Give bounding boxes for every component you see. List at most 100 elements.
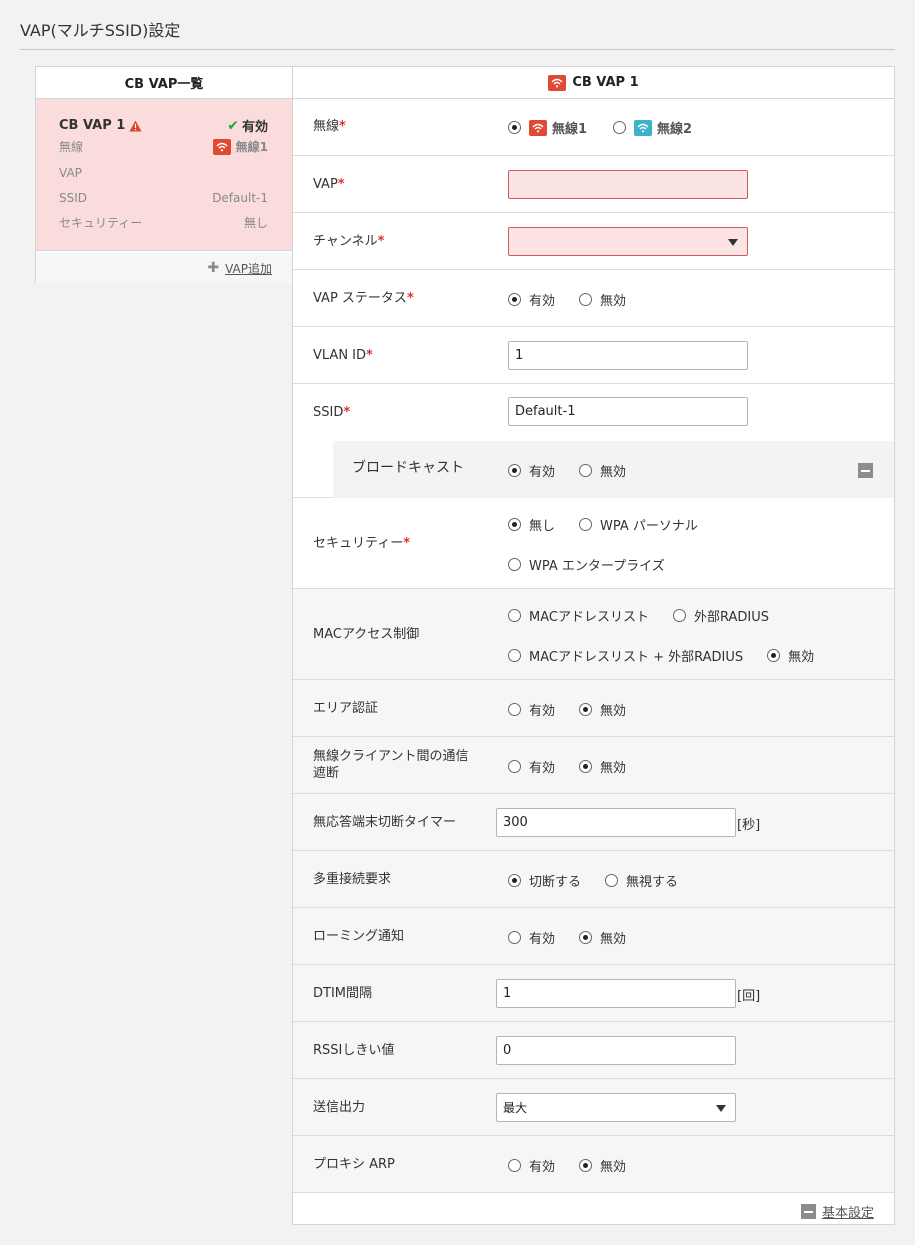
wireless-row: 無線* 無線1 無線2 [293, 99, 894, 156]
timer-label: 無応答端末切断タイマー [313, 815, 457, 830]
vap-status-enable-radio[interactable]: 有効 [508, 290, 555, 309]
timer-input[interactable]: 300 [496, 808, 736, 837]
mac-list-radius-radio[interactable]: MACアドレスリスト + 外部RADIUS [508, 646, 743, 665]
vap-detail-header: CB VAP 1 [293, 67, 894, 99]
proxy-arp-enable-radio[interactable]: 有効 [508, 1156, 555, 1175]
vap-label: VAP* [313, 177, 345, 192]
add-vap-row: ✚ VAP追加 [36, 253, 292, 283]
multi-conn-label: 多重接続要求 [313, 872, 392, 887]
vap-card-vap-label: VAP [59, 166, 82, 180]
wifi-icon [212, 138, 231, 155]
dtim-input[interactable]: 1 [496, 979, 736, 1008]
channel-label: チャンネル* [313, 234, 385, 249]
dtim-row: DTIM間隔 1 [回] [293, 965, 894, 1022]
check-icon: ✔ [227, 117, 239, 134]
security-none-radio[interactable]: 無し [508, 515, 555, 534]
add-vap-link[interactable]: VAP追加 [225, 260, 272, 277]
roaming-row: ローミング通知 有効 無効 [293, 908, 894, 965]
vap-detail-panel: CB VAP 1 無線* 無線1 無線2 VAP* チャンネル* VAP ステー… [292, 66, 895, 1225]
dtim-label: DTIM間隔 [313, 986, 373, 1001]
vap-card-status-text: 有効 [241, 120, 268, 135]
vap-input[interactable] [508, 170, 748, 199]
chevron-down-icon [728, 239, 738, 246]
vlan-row: VLAN ID* 1 [293, 327, 894, 384]
proxy-arp-label: プロキシ ARP [313, 1157, 395, 1172]
isolation-enable-radio[interactable]: 有効 [508, 757, 555, 776]
roaming-enable-radio[interactable]: 有効 [508, 928, 555, 947]
rssi-input[interactable]: 0 [496, 1036, 736, 1065]
broadcast-row: ブロードキャスト 有効 無効 [333, 441, 894, 498]
roaming-disable-radio[interactable]: 無効 [579, 928, 626, 947]
tx-power-label: 送信出力 [313, 1100, 366, 1115]
wireless-label: 無線* [313, 119, 346, 134]
security-row: セキュリティー* 無し WPA パーソナル WPA エンタープライズ [293, 498, 894, 589]
vap-card[interactable]: CB VAP 1 ✔ 有効 無線 無線1 VAP SSID Default-1 [36, 99, 292, 251]
tx-power-row: 送信出力 最大 [293, 1079, 894, 1136]
proxy-arp-row: プロキシ ARP 有効 無効 [293, 1136, 894, 1193]
minus-icon[interactable] [858, 463, 873, 478]
mac-disable-radio[interactable]: 無効 [767, 646, 814, 665]
vap-detail-title: CB VAP 1 [572, 75, 639, 90]
multi-ignore-radio[interactable]: 無視する [605, 871, 678, 890]
area-auth-label: エリア認証 [313, 701, 379, 716]
page-title: VAP(マルチSSID)設定 [20, 21, 181, 40]
vap-card-name-text: CB VAP 1 [59, 118, 126, 133]
broadcast-disable-radio[interactable]: 無効 [579, 461, 626, 480]
ssid-row: SSID* Default-1 ブロードキャスト 有効 無効 [293, 384, 894, 498]
wifi-icon [529, 119, 547, 136]
wifi-icon [634, 119, 653, 136]
vap-card-name: CB VAP 1 [59, 118, 142, 133]
rssi-label: RSSIしきい値 [313, 1043, 395, 1058]
vap-card-ssid-label: SSID [59, 191, 88, 205]
timer-row: 無応答端末切断タイマー 300 [秒] [293, 794, 894, 851]
mac-access-row: MACアクセス制御 MACアドレスリスト 外部RADIUS MACアドレスリスト… [293, 589, 894, 680]
wifi-icon [548, 74, 567, 91]
area-auth-row: エリア認証 有効 無効 [293, 680, 894, 737]
vlan-label: VLAN ID* [313, 348, 373, 363]
rssi-row: RSSIしきい値 0 [293, 1022, 894, 1079]
vap-card-wireless-label: 無線 [59, 140, 84, 154]
dtim-unit: [回] [737, 989, 761, 1004]
proxy-arp-disable-radio[interactable]: 無効 [579, 1156, 626, 1175]
broadcast-label: ブロードキャスト [352, 460, 464, 476]
security-wpa-personal-radio[interactable]: WPA パーソナル [579, 515, 698, 534]
vap-status-disable-radio[interactable]: 無効 [579, 290, 626, 309]
vap-card-status: ✔ 有効 [227, 116, 268, 136]
ssid-input[interactable]: Default-1 [508, 397, 748, 426]
plus-icon: ✚ [207, 260, 220, 276]
tx-power-select[interactable]: 最大 [496, 1093, 736, 1122]
vap-row: VAP* [293, 156, 894, 213]
broadcast-enable-radio[interactable]: 有効 [508, 461, 555, 480]
isolation-disable-radio[interactable]: 無効 [579, 757, 626, 776]
multi-conn-row: 多重接続要求 切断する 無視する [293, 851, 894, 908]
roaming-label: ローミング通知 [313, 929, 405, 944]
title-divider [20, 49, 895, 50]
timer-unit: [秒] [737, 818, 761, 833]
vap-status-label: VAP ステータス* [313, 291, 414, 306]
wireless-radio-1[interactable]: 無線1 [508, 118, 587, 137]
vap-status-row: VAP ステータス* 有効 無効 [293, 270, 894, 327]
vap-card-security-label: セキュリティー [59, 216, 143, 230]
basic-settings-link[interactable]: 基本設定 [800, 1202, 874, 1221]
vlan-input[interactable]: 1 [508, 341, 748, 370]
vap-list-panel: CB VAP一覧 CB VAP 1 ✔ 有効 無線 無線1 VAP SSID D… [35, 66, 293, 283]
minus-icon [800, 1204, 816, 1219]
vap-card-ssid-value: Default-1 [212, 191, 268, 205]
vap-card-wireless-text: 無線1 [235, 140, 268, 154]
security-wpa-enterprise-radio[interactable]: WPA エンタープライズ [508, 555, 665, 574]
area-auth-disable-radio[interactable]: 無効 [579, 700, 626, 719]
wireless-radio-2[interactable]: 無線2 [613, 118, 692, 137]
channel-select[interactable] [508, 227, 748, 256]
channel-row: チャンネル* [293, 213, 894, 270]
vap-card-security-value: 無し [243, 216, 268, 230]
mac-access-label: MACアクセス制御 [313, 627, 420, 642]
basic-settings-text: 基本設定 [821, 1206, 874, 1221]
ssid-label: SSID* [313, 405, 351, 420]
multi-disconnect-radio[interactable]: 切断する [508, 871, 581, 890]
area-auth-enable-radio[interactable]: 有効 [508, 700, 555, 719]
mac-list-radio[interactable]: MACアドレスリスト [508, 606, 649, 625]
vap-list-header: CB VAP一覧 [36, 67, 292, 99]
security-label: セキュリティー* [313, 536, 411, 551]
warning-icon [129, 120, 142, 131]
mac-radius-radio[interactable]: 外部RADIUS [672, 606, 769, 625]
